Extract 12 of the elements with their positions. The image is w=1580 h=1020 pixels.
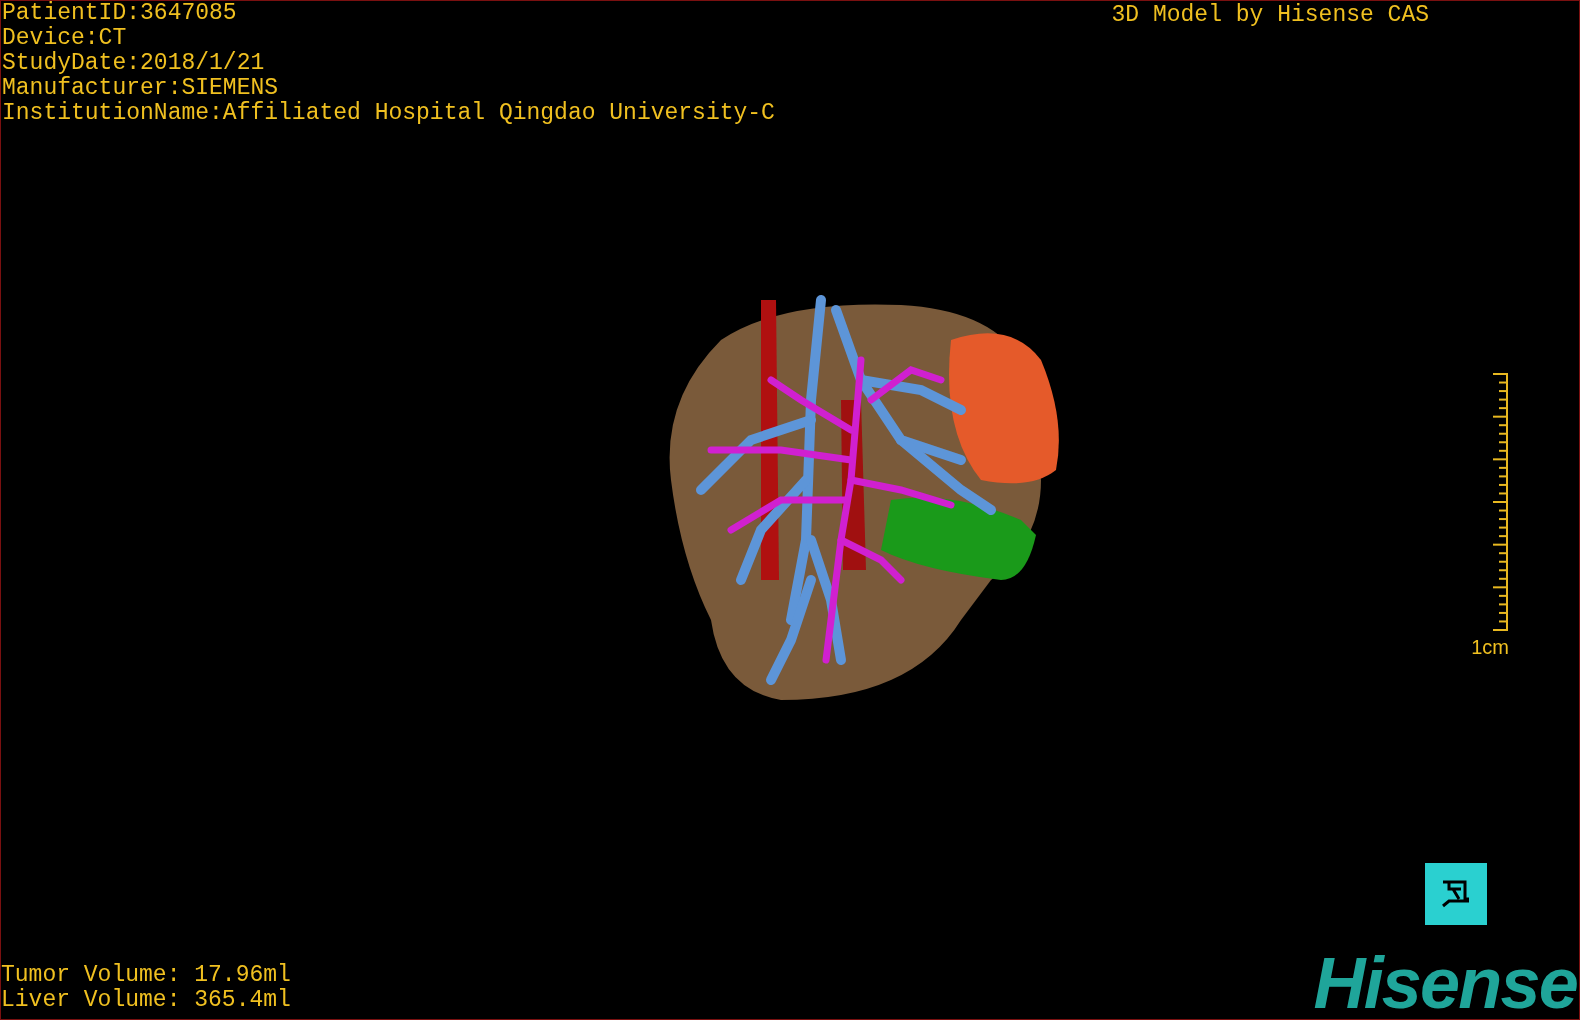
study-info-text: Device:CT <box>2 26 128 51</box>
study-info-text: StudyDate:2018/1/21 <box>2 51 266 76</box>
scale-ruler-icon <box>1493 371 1509 632</box>
volume-text: Tumor Volume: 17.96ml <box>1 963 291 988</box>
brand-logo: Hisense <box>1313 947 1578 1019</box>
viewer-title: 3D Model by Hisense CAS <box>1111 3 1429 28</box>
reset-view-button[interactable] <box>1425 863 1487 925</box>
study-info-text: PatientID:3647085 <box>2 1 238 26</box>
study-info-text: Manufacturer:SIEMENS <box>2 76 280 101</box>
study-info-text: InstitutionName:Affiliated Hospital Qingdao University-C <box>2 101 775 126</box>
scale-bar-label: 1cm <box>1471 635 1509 658</box>
volume-text: Liver Volume: 365.4ml <box>1 988 291 1013</box>
